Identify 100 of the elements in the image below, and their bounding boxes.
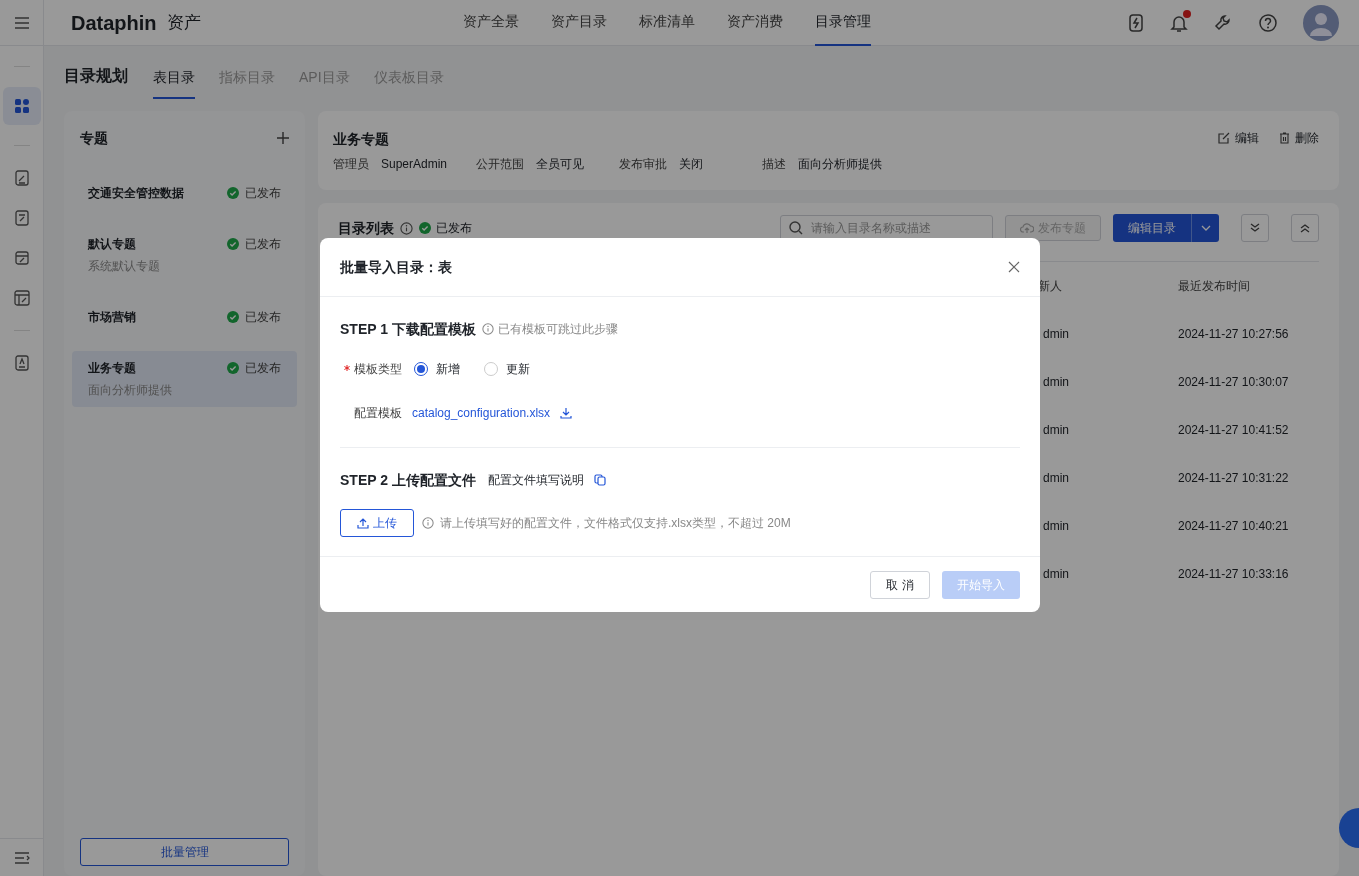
column-header: 最近发布时间 <box>1178 278 1250 295</box>
nav-tab[interactable]: 资产目录 <box>550 0 607 46</box>
status-text: 已发布 <box>245 360 281 377</box>
topic-item[interactable]: 市场营销 已发布 <box>72 289 297 345</box>
document-edit-icon[interactable] <box>13 170 30 186</box>
check-circle-icon <box>227 311 239 323</box>
info-icon <box>400 221 413 235</box>
field-value: 面向分析师提供 <box>798 156 882 173</box>
radio-label: 更新 <box>506 361 530 378</box>
delete-action-button[interactable]: 删除 <box>1279 129 1319 147</box>
collapse-all-button[interactable] <box>1291 214 1319 242</box>
status-text: 已发布 <box>436 220 472 237</box>
copy-icon[interactable] <box>593 474 606 486</box>
table-cell-text: dmin <box>1043 518 1070 535</box>
topic-name: 市场营销 <box>88 309 136 326</box>
edit-catalog-button[interactable]: 编辑目录 <box>1113 214 1191 242</box>
cloud-upload-icon <box>1020 222 1034 234</box>
document-icon[interactable] <box>13 355 30 371</box>
avatar-icon[interactable] <box>1303 4 1339 41</box>
info-icon <box>481 323 494 335</box>
panel-title: 专题 <box>80 128 108 148</box>
nav-tab[interactable]: 资产全景 <box>462 0 519 46</box>
add-icon[interactable] <box>277 132 289 144</box>
topic-name: 默认专题 <box>88 236 136 253</box>
sidebar-item[interactable] <box>2 87 41 125</box>
close-icon[interactable] <box>1008 261 1020 273</box>
help-icon[interactable] <box>1258 12 1278 33</box>
check-circle-icon <box>227 238 239 250</box>
field-value: 关闭 <box>679 156 703 173</box>
caret-icon <box>1200 225 1211 231</box>
step-hint: 已有模板可跳过此步骤 <box>497 321 618 338</box>
table-cell-text: 2024-11-27 10:40:21 <box>1178 518 1289 535</box>
table-cell-text: 2024-11-27 10:27:56 <box>1178 326 1289 343</box>
field-label: 公开范围 <box>476 156 524 173</box>
check-circle-icon <box>227 187 239 199</box>
page-tab[interactable]: 表目录 <box>153 67 195 99</box>
grid-icon <box>13 98 30 114</box>
batch-manage-button[interactable]: 批量管理 <box>80 838 289 866</box>
wrench-icon[interactable] <box>1213 12 1233 33</box>
check-circle-icon <box>419 222 431 234</box>
trash-icon <box>1279 132 1290 144</box>
download-icon[interactable] <box>560 407 573 419</box>
logo: Dataphin <box>71 10 157 36</box>
info-icon <box>422 517 434 529</box>
collapse-menu-icon[interactable] <box>13 850 30 865</box>
field-label: 配置模板 <box>354 405 402 422</box>
field-label: 管理员 <box>333 156 369 173</box>
table-cell-text: dmin <box>1043 422 1070 439</box>
field-label: 描述 <box>762 156 786 173</box>
table-cell-text: 2024-11-27 10:33:16 <box>1178 566 1289 583</box>
page-title: 目录规划 <box>64 66 128 86</box>
double-chevron-down-icon <box>1250 223 1260 233</box>
search-field[interactable]: 请输入目录名称或描述 <box>780 215 993 241</box>
instructions-link[interactable]: 配置文件填写说明 <box>487 471 584 489</box>
layout-edit-icon[interactable] <box>13 290 30 306</box>
table-cell-text: 2024-11-27 10:30:07 <box>1178 374 1289 391</box>
edit-action-button[interactable]: 编辑 <box>1218 129 1259 147</box>
field-value: 全员可见 <box>536 156 584 173</box>
topic-title: 业务专题 <box>333 130 389 149</box>
field-label: 模板类型 <box>354 361 402 378</box>
topic-item[interactable]: 默认专题 已发布 系统默认专题 <box>72 227 297 283</box>
upload-button[interactable]: 上传 <box>340 509 414 537</box>
topic-item[interactable]: 交通安全管控数据 已发布 <box>72 165 297 221</box>
calendar-edit-icon[interactable] <box>13 250 30 266</box>
table-cell-text: dmin <box>1043 374 1070 391</box>
nav-tab[interactable]: 资产消费 <box>726 0 783 46</box>
status-text: 已发布 <box>245 309 281 326</box>
dialog-title: 批量导入目录：表 <box>340 257 452 277</box>
help-float-button[interactable] <box>1339 808 1359 848</box>
expand-all-button[interactable] <box>1241 214 1269 242</box>
table-cell-text: dmin <box>1043 470 1070 487</box>
topic-description: 面向分析师提供 <box>88 382 173 399</box>
cancel-button[interactable]: 取 消 <box>870 570 930 599</box>
radio-label: 新增 <box>436 361 460 378</box>
field-label: 发布审批 <box>619 156 667 173</box>
check-circle-icon <box>227 362 239 374</box>
search-icon <box>789 221 803 235</box>
status-text: 已发布 <box>245 236 281 253</box>
product-name: 资产 <box>166 11 201 34</box>
edit-icon <box>1218 132 1230 144</box>
lightning-icon[interactable] <box>1127 12 1145 33</box>
topic-name: 交通安全管控数据 <box>88 185 184 202</box>
status-text: 已发布 <box>245 185 281 202</box>
step-title: STEP 2 上传配置文件 <box>340 470 476 490</box>
template-file-link[interactable]: catalog_configuration.xlsx <box>412 404 551 422</box>
upload-hint: 请上传填写好的配置文件，文件格式仅支持.xlsx类型，不超过 20M <box>440 515 791 532</box>
document-edit-icon[interactable] <box>13 210 30 226</box>
upload-icon <box>357 517 369 529</box>
step-title: STEP 1 下载配置模板 <box>340 319 476 339</box>
table-cell-text: 2024-11-27 10:31:22 <box>1178 470 1289 487</box>
double-chevron-up-icon <box>1300 223 1310 233</box>
topic-item[interactable]: 业务专题 已发布 面向分析师提供 <box>72 351 297 407</box>
table-cell-text: 2024-11-27 10:41:52 <box>1178 422 1289 439</box>
nav-tab[interactable]: 标准清单 <box>638 0 695 46</box>
column-header: 新人 <box>1038 278 1063 295</box>
nav-tab[interactable]: 目录管理 <box>814 0 871 46</box>
menu-icon[interactable] <box>13 15 30 30</box>
table-cell-text: dmin <box>1043 566 1070 583</box>
table-cell-text: dmin <box>1043 326 1070 343</box>
list-title: 目录列表 <box>338 218 394 238</box>
